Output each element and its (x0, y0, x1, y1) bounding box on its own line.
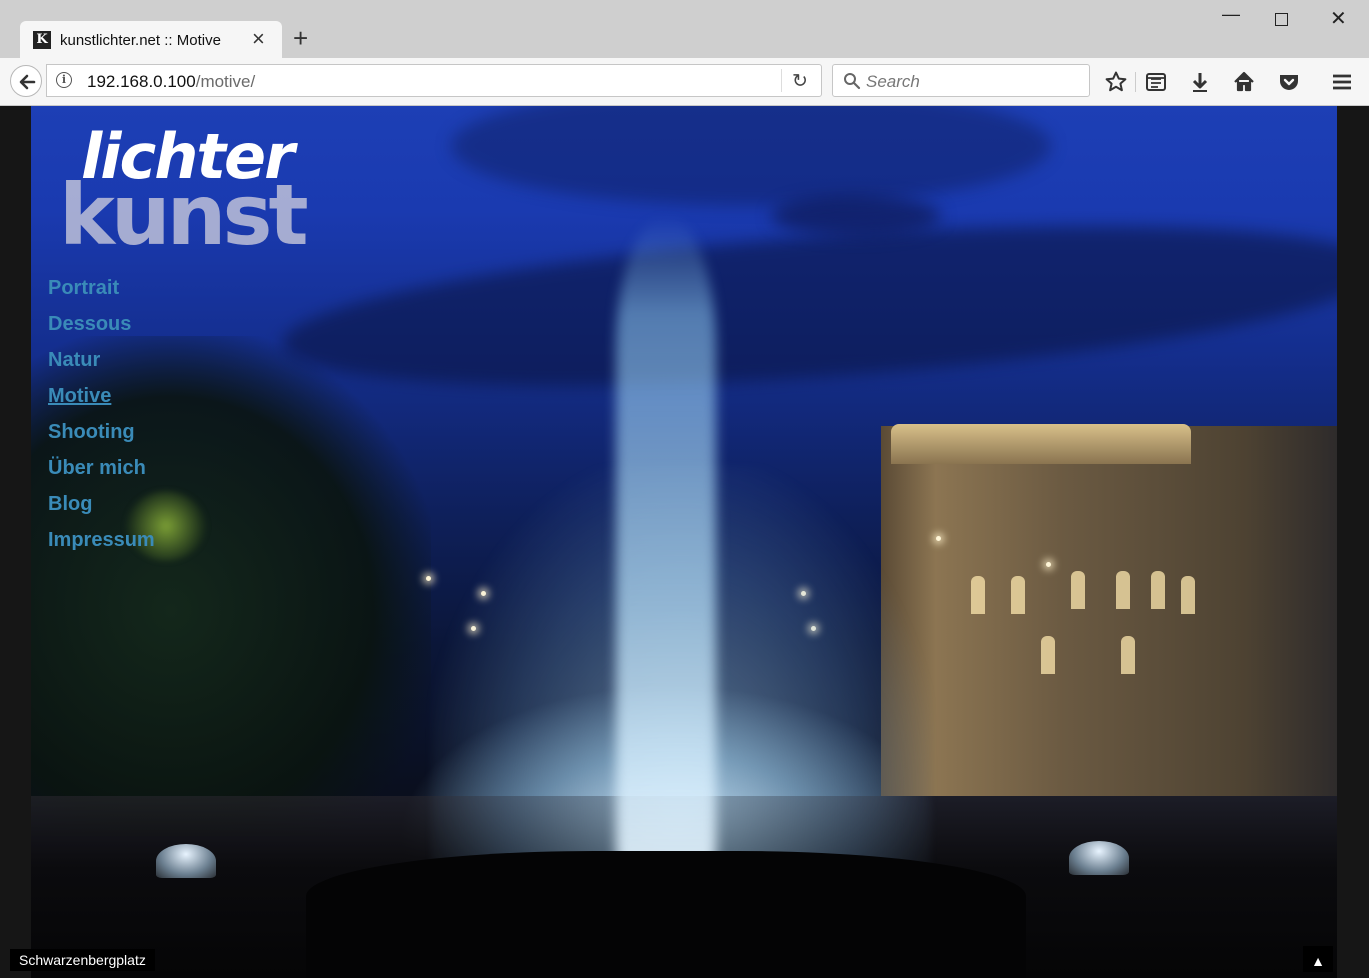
reload-icon[interactable]: ↻ (792, 70, 808, 93)
browser-tab[interactable]: K kunstlichter.net :: Motive × (20, 21, 282, 58)
nav-shooting[interactable]: Shooting (48, 420, 155, 456)
building-window (1151, 571, 1165, 609)
navigation-toolbar: i 192.168.0.100/motive/ ↻ Search (0, 58, 1369, 106)
street-light (1046, 562, 1051, 567)
street-light (936, 536, 941, 541)
tab-strip: K kunstlichter.net :: Motive × + — ✕ (0, 0, 1369, 58)
address-bar[interactable]: i 192.168.0.100/motive/ ↻ (46, 64, 822, 97)
url-path: /motive/ (195, 72, 256, 91)
back-button[interactable] (10, 65, 42, 97)
favicon-icon: K (33, 31, 51, 49)
cloud (771, 196, 941, 236)
url-text[interactable]: 192.168.0.100/motive/ (87, 72, 255, 92)
url-host: 192.168.0.100 (87, 72, 196, 91)
pocket-icon[interactable] (1277, 70, 1301, 94)
nav-blog[interactable]: Blog (48, 492, 155, 528)
info-icon[interactable]: i (56, 72, 72, 88)
search-placeholder: Search (866, 72, 920, 91)
nav-impressum[interactable]: Impressum (48, 528, 155, 564)
cloud (451, 106, 1051, 206)
building-window (971, 576, 985, 614)
reader-list-icon[interactable] (1144, 70, 1168, 94)
new-tab-plus-icon[interactable]: + (293, 25, 308, 51)
nav-ueber-mich[interactable]: Über mich (48, 456, 155, 492)
ground-lamp (1069, 841, 1129, 875)
maximize-icon[interactable] (1275, 8, 1288, 26)
main-nav: Portrait Dessous Natur Motive Shooting Ü… (48, 276, 155, 564)
building-window (1116, 571, 1130, 609)
building-window (1041, 636, 1055, 674)
nav-portrait[interactable]: Portrait (48, 276, 155, 312)
nav-motive[interactable]: Motive (48, 384, 155, 420)
url-separator (781, 69, 782, 92)
building-window (1011, 576, 1025, 614)
hero-photo: kunst lichter (31, 106, 1337, 978)
tab-title: kunstlichter.net :: Motive (60, 32, 221, 49)
site-logo[interactable]: kunst lichter (59, 120, 319, 258)
hamburger-menu-icon[interactable] (1330, 70, 1354, 94)
back-arrow-icon (19, 74, 36, 90)
nav-natur[interactable]: Natur (48, 348, 155, 384)
logo-lichter-text: lichter (81, 120, 295, 193)
close-tab-icon[interactable]: × (252, 26, 265, 52)
close-icon[interactable]: ✕ (1330, 6, 1347, 31)
download-icon[interactable] (1188, 70, 1212, 94)
nav-dessous[interactable]: Dessous (48, 312, 155, 348)
fountain-jet (616, 216, 716, 876)
search-input[interactable]: Search (832, 64, 1090, 97)
minimize-icon[interactable]: — (1222, 4, 1240, 25)
search-icon (844, 73, 861, 90)
scroll-to-top-button[interactable]: ▲ (1303, 946, 1333, 972)
home-icon[interactable] (1232, 70, 1256, 94)
fountain-rocks (306, 851, 1026, 978)
toolbar-separator (1135, 72, 1136, 92)
photo-caption: Schwarzenbergplatz (10, 949, 155, 971)
bookmark-star-icon[interactable] (1104, 70, 1128, 94)
palace-roof (891, 424, 1191, 464)
page-content: kunst lichter Portrait Dessous Natur Mot… (0, 106, 1369, 978)
building-window (1121, 636, 1135, 674)
building-window (1181, 576, 1195, 614)
palace-building (881, 426, 1337, 796)
ground-lamp (156, 844, 216, 878)
building-window (1071, 571, 1085, 609)
